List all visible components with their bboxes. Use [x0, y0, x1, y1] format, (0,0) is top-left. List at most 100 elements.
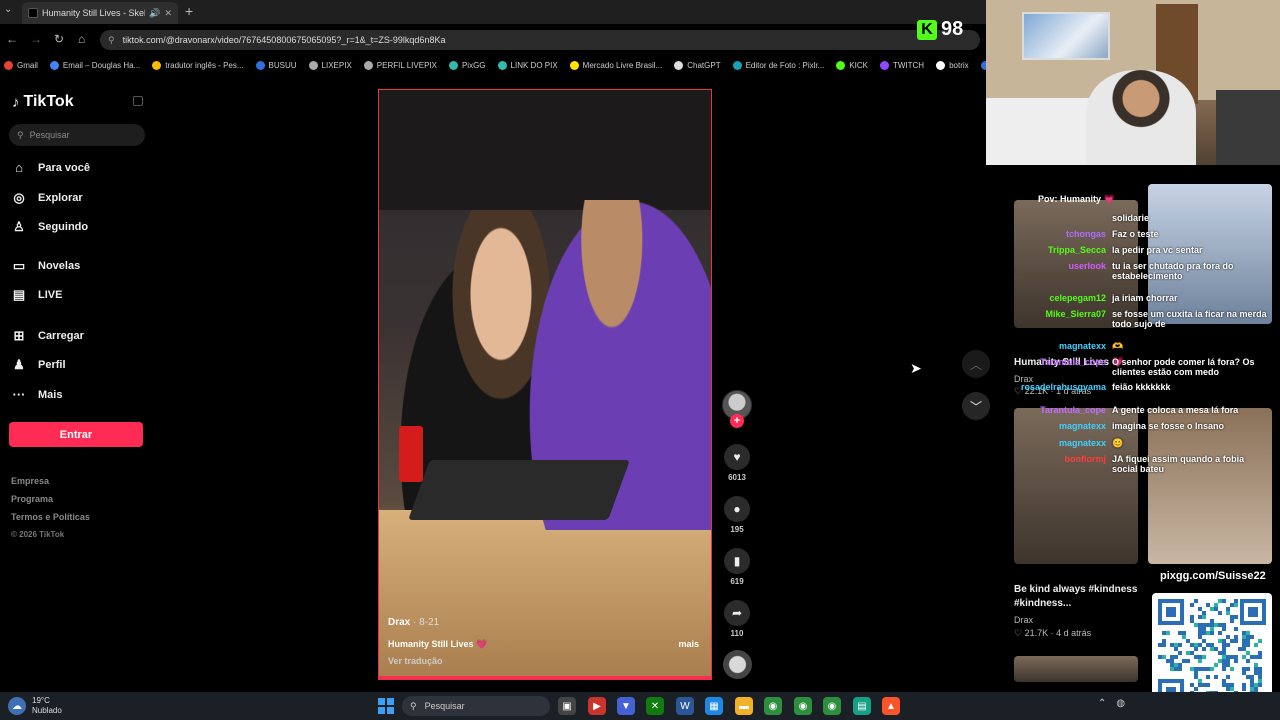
word-icon[interactable]: W — [676, 697, 694, 715]
previous-video-button[interactable]: ︿ — [962, 350, 990, 378]
related-video-thumb[interactable] — [1014, 656, 1138, 682]
qr-module — [1242, 655, 1246, 659]
footer-link-program[interactable]: Programa — [11, 494, 90, 512]
bookmark-label: LIXEPIX — [321, 60, 352, 70]
chat-message: bonfiormj JA fiquei assim quando a fobia … — [1020, 454, 1272, 474]
xbox-icon[interactable]: ✕ — [646, 697, 664, 715]
weather-condition: Nublado — [32, 706, 62, 715]
qr-module — [1202, 611, 1206, 615]
video-author[interactable]: Drax · 8-21 — [388, 617, 439, 628]
save-action[interactable]: ▮ 619 — [721, 548, 753, 586]
next-video-button[interactable]: ﹀ — [962, 392, 990, 420]
bookmark-favicon-icon — [448, 60, 458, 70]
footer-link-company[interactable]: Empresa — [11, 476, 90, 494]
close-tab-icon[interactable]: ✕ — [164, 8, 172, 19]
system-tray[interactable]: ⌃ ◍ — [1098, 698, 1125, 709]
sidebar-item-explorar[interactable]: ◎ Explorar — [11, 190, 82, 206]
site-info-icon[interactable]: ⚲ — [108, 35, 115, 46]
chrome-icon[interactable]: ◉ — [794, 697, 812, 715]
task-view-icon[interactable]: ▣ — [558, 697, 576, 715]
bookmark-item[interactable]: Mercado Livre Brasil... — [569, 60, 662, 70]
comment-action[interactable]: ● 195 — [721, 496, 753, 534]
sidebar-item-carregar[interactable]: ⊞ Carregar — [11, 328, 84, 344]
home-icon[interactable]: ⌂ — [78, 32, 85, 46]
chat-text: tu ia ser chutado pra fora do estabeleci… — [1112, 261, 1234, 281]
chrome-icon[interactable]: ◉ — [823, 697, 841, 715]
qr-module — [1230, 615, 1234, 619]
back-icon[interactable]: ← — [6, 32, 18, 46]
collapse-sidebar-icon[interactable] — [133, 96, 143, 106]
speaker-icon[interactable]: 🔊 — [149, 8, 160, 19]
bookmark-item[interactable]: tradutor inglês - Pes... — [152, 60, 244, 70]
see-translation-link[interactable]: Ver tradução — [388, 656, 443, 666]
share-action[interactable]: ➦ 110 — [721, 600, 753, 638]
music-disc-icon[interactable] — [723, 650, 752, 679]
bookmark-item[interactable]: Email – Douglas Ha... — [49, 60, 140, 70]
qr-module — [1190, 619, 1194, 623]
qr-module — [1206, 603, 1210, 607]
sidebar-item-seguindo[interactable]: ♙ Seguindo — [11, 219, 88, 235]
app-icon[interactable]: ▶ — [588, 697, 606, 715]
bookmark-item[interactable]: TWITCH — [879, 60, 924, 70]
qr-module — [1226, 635, 1230, 639]
video-player[interactable]: Drax · 8-21 Humanity Still Lives 💗 mais … — [378, 89, 712, 680]
webcam-poster — [1022, 12, 1110, 60]
video-scene-tray — [408, 460, 630, 520]
qr-module — [1194, 643, 1198, 647]
tiktok-logo[interactable]: ♪ TikTok — [12, 93, 74, 111]
bookmark-item[interactable]: LINK DO PIX — [497, 60, 558, 70]
qr-module — [1222, 599, 1226, 603]
windows-start-icon[interactable] — [378, 698, 394, 714]
follow-plus-icon[interactable]: + — [730, 414, 744, 428]
bookmark-item[interactable]: Editor de Foto : Pixlr... — [732, 60, 824, 70]
mouse-cursor-icon: ➤ — [910, 360, 922, 376]
qr-module — [1226, 655, 1230, 659]
app-icon[interactable]: ▦ — [705, 697, 723, 715]
like-action[interactable]: ♥ 6013 — [721, 444, 753, 482]
related-video-author[interactable]: Drax — [1014, 615, 1033, 625]
related-video-title[interactable]: Be kind always #kindness #kindness... — [1014, 583, 1138, 611]
forward-icon[interactable]: → — [30, 32, 42, 46]
qr-module — [1226, 611, 1230, 615]
bookmark-item[interactable]: PERFIL LIVEPIX — [363, 60, 437, 70]
login-button[interactable]: Entrar — [9, 422, 143, 447]
chrome-icon[interactable]: ◉ — [764, 697, 782, 715]
network-icon[interactable]: ◍ — [1116, 698, 1125, 709]
chat-message: tchongas Faz o teste — [1020, 229, 1272, 239]
vpn-icon[interactable]: ▼ — [617, 697, 635, 715]
bookmark-item[interactable]: BUSUU — [255, 60, 297, 70]
browser-tab-active[interactable]: Humanity Still Lives - Skeli 🔊 ✕ — [22, 2, 178, 24]
related-video-thumb[interactable] — [1148, 408, 1272, 564]
sidebar-item-novelas[interactable]: ▭ Novelas — [11, 258, 80, 274]
reload-icon[interactable]: ↻ — [54, 32, 64, 46]
bookmark-item[interactable]: PixGG — [448, 60, 486, 70]
sidebar-item-mais[interactable]: ··· Mais — [11, 387, 63, 402]
sidebar-item-live[interactable]: ▤ LIVE — [11, 287, 63, 303]
bookmark-item[interactable]: ChatGPT — [674, 60, 721, 70]
taskbar-search[interactable]: ⚲ Pesquisar — [402, 696, 550, 716]
url-field[interactable]: ⚲ tiktok.com/@dravonarx/video/7676450800… — [100, 30, 980, 50]
video-scene-ceiling — [379, 90, 711, 210]
video-progress-bar[interactable] — [379, 676, 711, 679]
file-explorer-icon[interactable]: ▬ — [735, 697, 753, 715]
tab-search-icon[interactable]: ⌄ — [4, 4, 12, 15]
qr-module — [1174, 667, 1178, 671]
sidebar-item-perfil[interactable]: ♟ Perfil — [11, 357, 65, 373]
sidebar-item-para-você[interactable]: ⌂ Para você — [11, 160, 90, 175]
bookmark-item[interactable]: KICK — [836, 60, 868, 70]
app-icon[interactable]: ▤ — [853, 697, 871, 715]
weather-widget[interactable]: ☁ 19°C Nublado — [8, 696, 62, 716]
related-video-thumb[interactable] — [1014, 408, 1138, 564]
qr-module — [1162, 655, 1166, 659]
caption-more-link[interactable]: mais — [678, 639, 699, 649]
chevron-up-icon[interactable]: ⌃ — [1098, 698, 1106, 709]
bookmark-item[interactable]: botrix — [936, 60, 969, 70]
search-input[interactable]: ⚲ Pesquisar — [9, 124, 145, 146]
bookmark-item[interactable]: Gmail — [4, 60, 38, 70]
footer-link-terms[interactable]: Termos e Políticas — [11, 512, 90, 530]
new-tab-icon[interactable]: + — [185, 3, 193, 19]
qr-module — [1202, 647, 1206, 651]
bookmark-item[interactable]: LIXEPIX — [308, 60, 352, 70]
brave-icon[interactable]: ▲ — [882, 697, 900, 715]
qr-module — [1226, 675, 1230, 679]
